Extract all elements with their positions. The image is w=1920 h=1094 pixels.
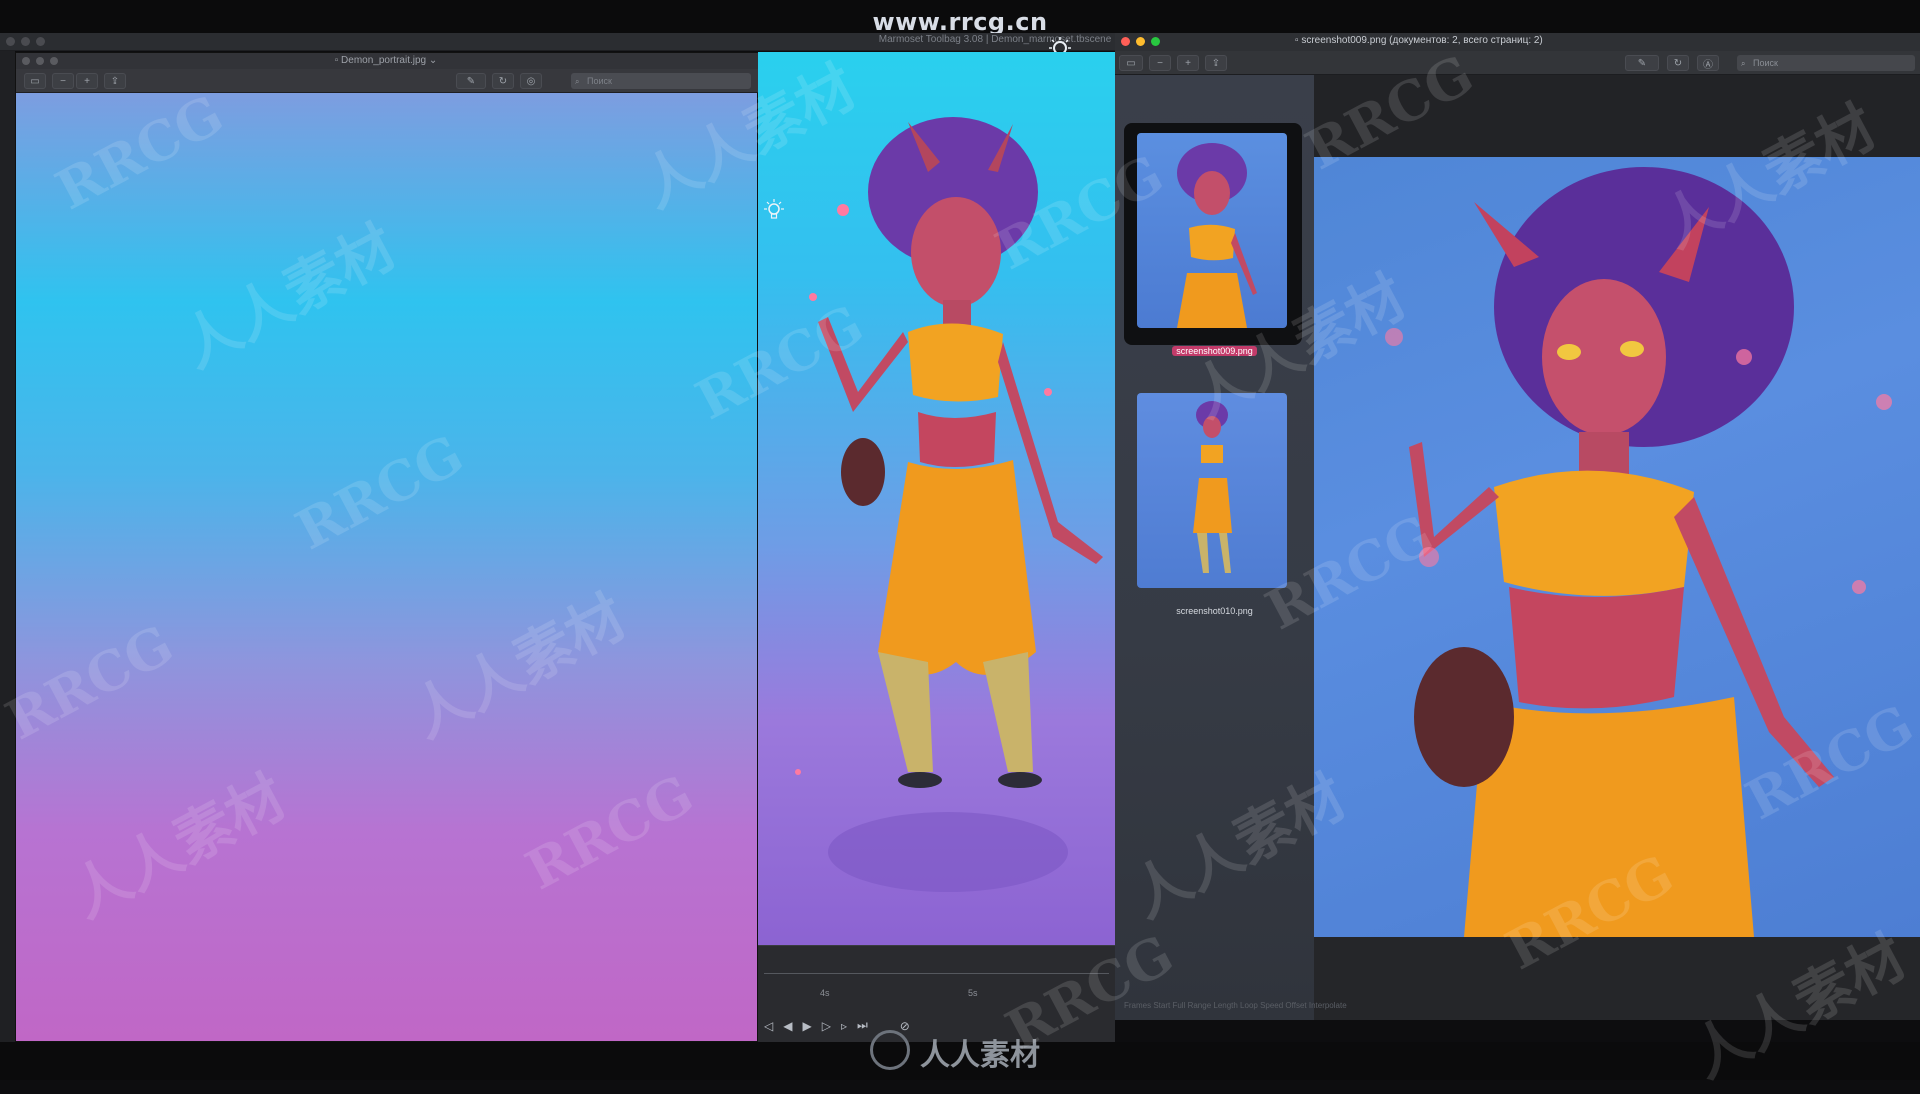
skip-end-icon[interactable]: ⏭ (857, 1018, 868, 1033)
share-icon: ⇪ (1211, 57, 1221, 69)
annotate-button[interactable]: Ⓐ (1697, 55, 1719, 71)
minimize-icon[interactable] (1136, 37, 1145, 46)
timeline-mark-5s: 5s (968, 988, 978, 998)
thumbnail-label-row-2: screenshot010.png (1115, 601, 1314, 619)
close-icon[interactable] (1121, 37, 1130, 46)
markup-icon: ✎ (466, 75, 476, 87)
minimize-icon[interactable] (21, 37, 30, 46)
preview-background-top (1314, 75, 1920, 157)
thumbnail-image (1177, 143, 1257, 328)
skip-start-icon[interactable]: ◁ (764, 1019, 773, 1033)
zoom-in-icon: + (84, 75, 90, 87)
left-window-toolbar: ▭ − + ⇪ ✎ ↻ ◎ Поиск ⌕ (16, 69, 759, 93)
thumbnail-image (1193, 401, 1232, 573)
right-window-title: ▫ screenshot009.png (документов: 2, всег… (1295, 35, 1915, 46)
preview-background-bottom: Frames Start Full Range Length Loop Spee… (1124, 937, 1920, 1020)
rotate-button[interactable]: ↻ (492, 73, 514, 89)
zoom-icon[interactable] (50, 57, 58, 65)
thumbnail-label-row-1: screenshot009.png (1115, 341, 1314, 359)
left-preview-window: ▫ Demon_portrait.jpg ⌄ ▭ − + ⇪ ✎ ↻ ◎ Пои… (15, 52, 759, 1042)
sidebar-icon: ▭ (30, 75, 40, 87)
background-window-controls (6, 37, 45, 46)
site-logo-text: 人人素材 (920, 1038, 1040, 1073)
document-icon: ▫ (1295, 35, 1299, 46)
share-button[interactable]: ⇪ (1205, 55, 1227, 71)
zoom-icon[interactable] (1151, 37, 1160, 46)
thumbnail-screenshot009[interactable] (1137, 133, 1287, 328)
next-frame-icon[interactable]: ▹ (841, 1019, 847, 1033)
annotate-icon: ◎ (526, 75, 536, 87)
background-status-line: Frames Start Full Range Length Loop Spee… (1124, 1001, 1347, 1010)
zoom-out-icon: − (1157, 57, 1163, 69)
right-window-title-text: screenshot009.png (документов: 2, всего … (1301, 35, 1543, 46)
right-window-toolbar: ▭ − + ⇪ ✎ ↻ Ⓐ Поиск ⌕ (1115, 51, 1920, 75)
step-forward-icon[interactable]: ▷ (822, 1019, 831, 1033)
left-window-controls (22, 57, 58, 65)
zoom-out-button[interactable]: − (1149, 55, 1171, 71)
left-search-input[interactable]: Поиск (571, 73, 751, 89)
thumbnail-screenshot010[interactable] (1137, 393, 1287, 588)
character-render (795, 117, 1103, 892)
main-preview-image (1314, 157, 1920, 937)
left-window-titlebar: ▫ Demon_portrait.jpg ⌄ (16, 53, 759, 69)
timeline-track[interactable] (764, 962, 1109, 974)
close-icon[interactable] (6, 37, 15, 46)
right-search-input[interactable]: Поиск (1737, 55, 1915, 71)
left-window-title-text: Demon_portrait.jpg (341, 55, 427, 66)
zoom-out-icon: − (60, 75, 66, 87)
document-icon: ▫ (334, 55, 339, 66)
zoom-icon[interactable] (36, 37, 45, 46)
chevron-down-icon[interactable]: ⌄ (429, 55, 437, 66)
step-back-icon[interactable]: ◀ (783, 1019, 792, 1033)
sidebar-toggle-button[interactable]: ▭ (1119, 55, 1143, 71)
annotate-icon: Ⓐ (1703, 59, 1713, 71)
markup-button[interactable]: ✎ (456, 73, 486, 89)
right-window-titlebar: ▫ screenshot009.png (документов: 2, всег… (1115, 33, 1920, 51)
play-icon[interactable]: ▶ (802, 1019, 811, 1033)
sidebar-icon: ▭ (1126, 57, 1136, 69)
background-app-sidebar (0, 51, 15, 1042)
character-closeup (1385, 167, 1892, 937)
site-logo-icon (870, 1030, 910, 1070)
minimize-icon[interactable] (36, 57, 44, 65)
left-window-title: ▫ Demon_portrait.jpg ⌄ (266, 55, 506, 66)
gradient-image-canvas (16, 93, 757, 1041)
zoom-in-icon: + (1185, 57, 1191, 69)
right-preview-window: ▫ screenshot009.png (документов: 2, всег… (1115, 33, 1920, 1020)
markup-icon: ✎ (1637, 57, 1647, 69)
zoom-out-button[interactable]: − (52, 73, 74, 89)
zoom-in-button[interactable]: + (76, 73, 98, 89)
zoom-in-button[interactable]: + (1177, 55, 1199, 71)
marmoset-viewport[interactable] (758, 52, 1115, 945)
settings-icon[interactable]: ⊘ (900, 1019, 910, 1033)
site-banner: www.rrcg.cn (872, 8, 1048, 36)
thumbnail-sidebar: screenshot009.png screenshot010.png (1115, 75, 1314, 1020)
rotate-button[interactable]: ↻ (1667, 55, 1689, 71)
thumbnail-label[interactable]: screenshot010.png (1176, 606, 1253, 616)
thumbnail-label[interactable]: screenshot009.png (1172, 346, 1257, 356)
close-icon[interactable] (22, 57, 30, 65)
share-button[interactable]: ⇪ (104, 73, 126, 89)
rotate-icon: ↻ (498, 75, 508, 87)
timeline-mark-4s: 4s (820, 988, 830, 998)
rotate-icon: ↻ (1673, 57, 1683, 69)
search-icon: ⌕ (1741, 59, 1746, 68)
share-icon: ⇪ (110, 75, 120, 87)
markup-button[interactable]: ✎ (1625, 55, 1659, 71)
right-window-controls (1121, 37, 1160, 46)
sidebar-toggle-button[interactable]: ▭ (24, 73, 46, 89)
search-icon: ⌕ (575, 77, 580, 86)
annotate-button[interactable]: ◎ (520, 73, 542, 89)
